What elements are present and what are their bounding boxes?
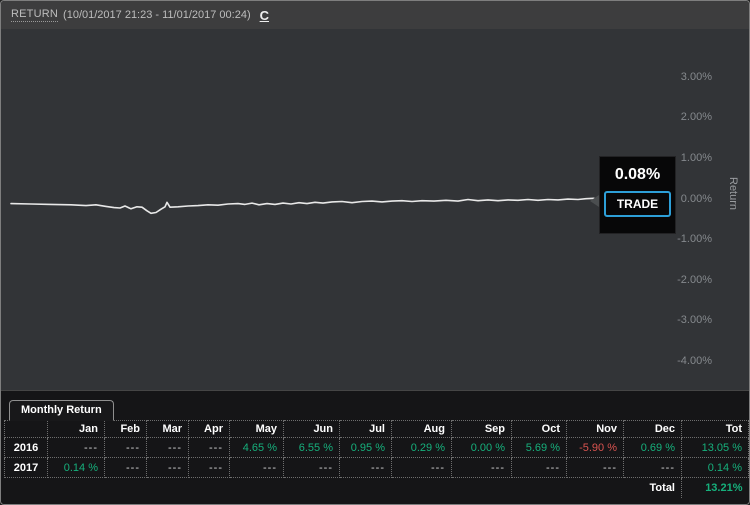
year-label: 2016 (5, 438, 48, 458)
cell-2017-tot: 0.14 % (682, 458, 749, 478)
cell-2017-oct: --- (512, 458, 567, 478)
col-header-year (5, 421, 48, 438)
return-chart[interactable]: 3.00% 2.00% 1.00% 0.00% -1.00% -2.00% -3… (1, 29, 749, 391)
y-tick-neg1: -1.00% (662, 233, 712, 245)
y-axis-title: Return (727, 177, 739, 210)
cell-2017-jan: 0.14 % (48, 458, 105, 478)
cell-2017-apr: --- (189, 458, 230, 478)
total-row-spacer (5, 478, 624, 498)
col-header-may: May (230, 421, 284, 438)
col-header-mar: Mar (147, 421, 189, 438)
cell-2017-feb: --- (105, 458, 147, 478)
cell-2017-sep: --- (452, 458, 512, 478)
cell-2016-jun: 6.55 % (284, 438, 340, 458)
y-tick-neg4: -4.00% (662, 355, 712, 367)
col-header-dec: Dec (624, 421, 682, 438)
table-total-row: Total 13.21% (5, 478, 749, 498)
total-value: 13.21% (682, 478, 749, 498)
col-header-jul: Jul (340, 421, 392, 438)
cell-2017-jun: --- (284, 458, 340, 478)
col-header-feb: Feb (105, 421, 147, 438)
y-tick-2: 2.00% (662, 111, 712, 123)
trade-button[interactable]: TRADE (604, 191, 671, 217)
cell-2016-jan: --- (48, 438, 105, 458)
cell-2017-aug: --- (392, 458, 452, 478)
cell-2016-jul: 0.95 % (340, 438, 392, 458)
monthly-return-panel: Monthly Return Jan Feb Mar Apr May Jun (1, 391, 749, 505)
return-title: RETURN (11, 8, 58, 22)
cell-2017-jul: --- (340, 458, 392, 478)
table-header-row: Jan Feb Mar Apr May Jun Jul Aug Sep Oct … (5, 421, 749, 438)
cell-2016-nov: -5.90 % (567, 438, 624, 458)
year-label: 2017 (5, 458, 48, 478)
cell-2016-may: 4.65 % (230, 438, 284, 458)
table-row-2017: 2017 0.14 % --- --- --- --- --- --- --- … (5, 458, 749, 478)
cell-2017-nov: --- (567, 458, 624, 478)
return-date-range: (10/01/2017 21:23 - 11/01/2017 00:24) (63, 9, 251, 21)
col-header-apr: Apr (189, 421, 230, 438)
y-tick-neg2: -2.00% (662, 274, 712, 286)
cell-2016-mar: --- (147, 438, 189, 458)
col-header-jun: Jun (284, 421, 340, 438)
col-header-aug: Aug (392, 421, 452, 438)
currency-toggle-icon[interactable]: C (260, 8, 269, 23)
col-header-sep: Sep (452, 421, 512, 438)
cell-2016-oct: 5.69 % (512, 438, 567, 458)
return-line (11, 198, 594, 213)
cell-2017-dec: --- (624, 458, 682, 478)
trading-widget: RETURN (10/01/2017 21:23 - 11/01/2017 00… (0, 0, 750, 505)
cell-2017-mar: --- (147, 458, 189, 478)
total-label: Total (624, 478, 682, 498)
chart-header: RETURN (10/01/2017 21:23 - 11/01/2017 00… (1, 1, 749, 29)
cell-2016-sep: 0.00 % (452, 438, 512, 458)
last-return-value: 0.08% (600, 166, 675, 184)
cell-2016-tot: 13.05 % (682, 438, 749, 458)
cell-2016-dec: 0.69 % (624, 438, 682, 458)
cell-2016-feb: --- (105, 438, 147, 458)
col-header-nov: Nov (567, 421, 624, 438)
monthly-return-table: Jan Feb Mar Apr May Jun Jul Aug Sep Oct … (4, 420, 749, 498)
col-header-tot: Tot (682, 421, 749, 438)
tooltip-arrow-icon (590, 195, 599, 207)
table-row-2016: 2016 --- --- --- --- 4.65 % 6.55 % 0.95 … (5, 438, 749, 458)
cell-2016-aug: 0.29 % (392, 438, 452, 458)
cell-2016-apr: --- (189, 438, 230, 458)
cell-2017-may: --- (230, 458, 284, 478)
tab-monthly-return[interactable]: Monthly Return (9, 400, 114, 421)
y-tick-3: 3.00% (662, 71, 712, 83)
col-header-oct: Oct (512, 421, 567, 438)
y-tick-neg3: -3.00% (662, 314, 712, 326)
last-value-tooltip: 0.08% TRADE (599, 156, 676, 234)
col-header-jan: Jan (48, 421, 105, 438)
